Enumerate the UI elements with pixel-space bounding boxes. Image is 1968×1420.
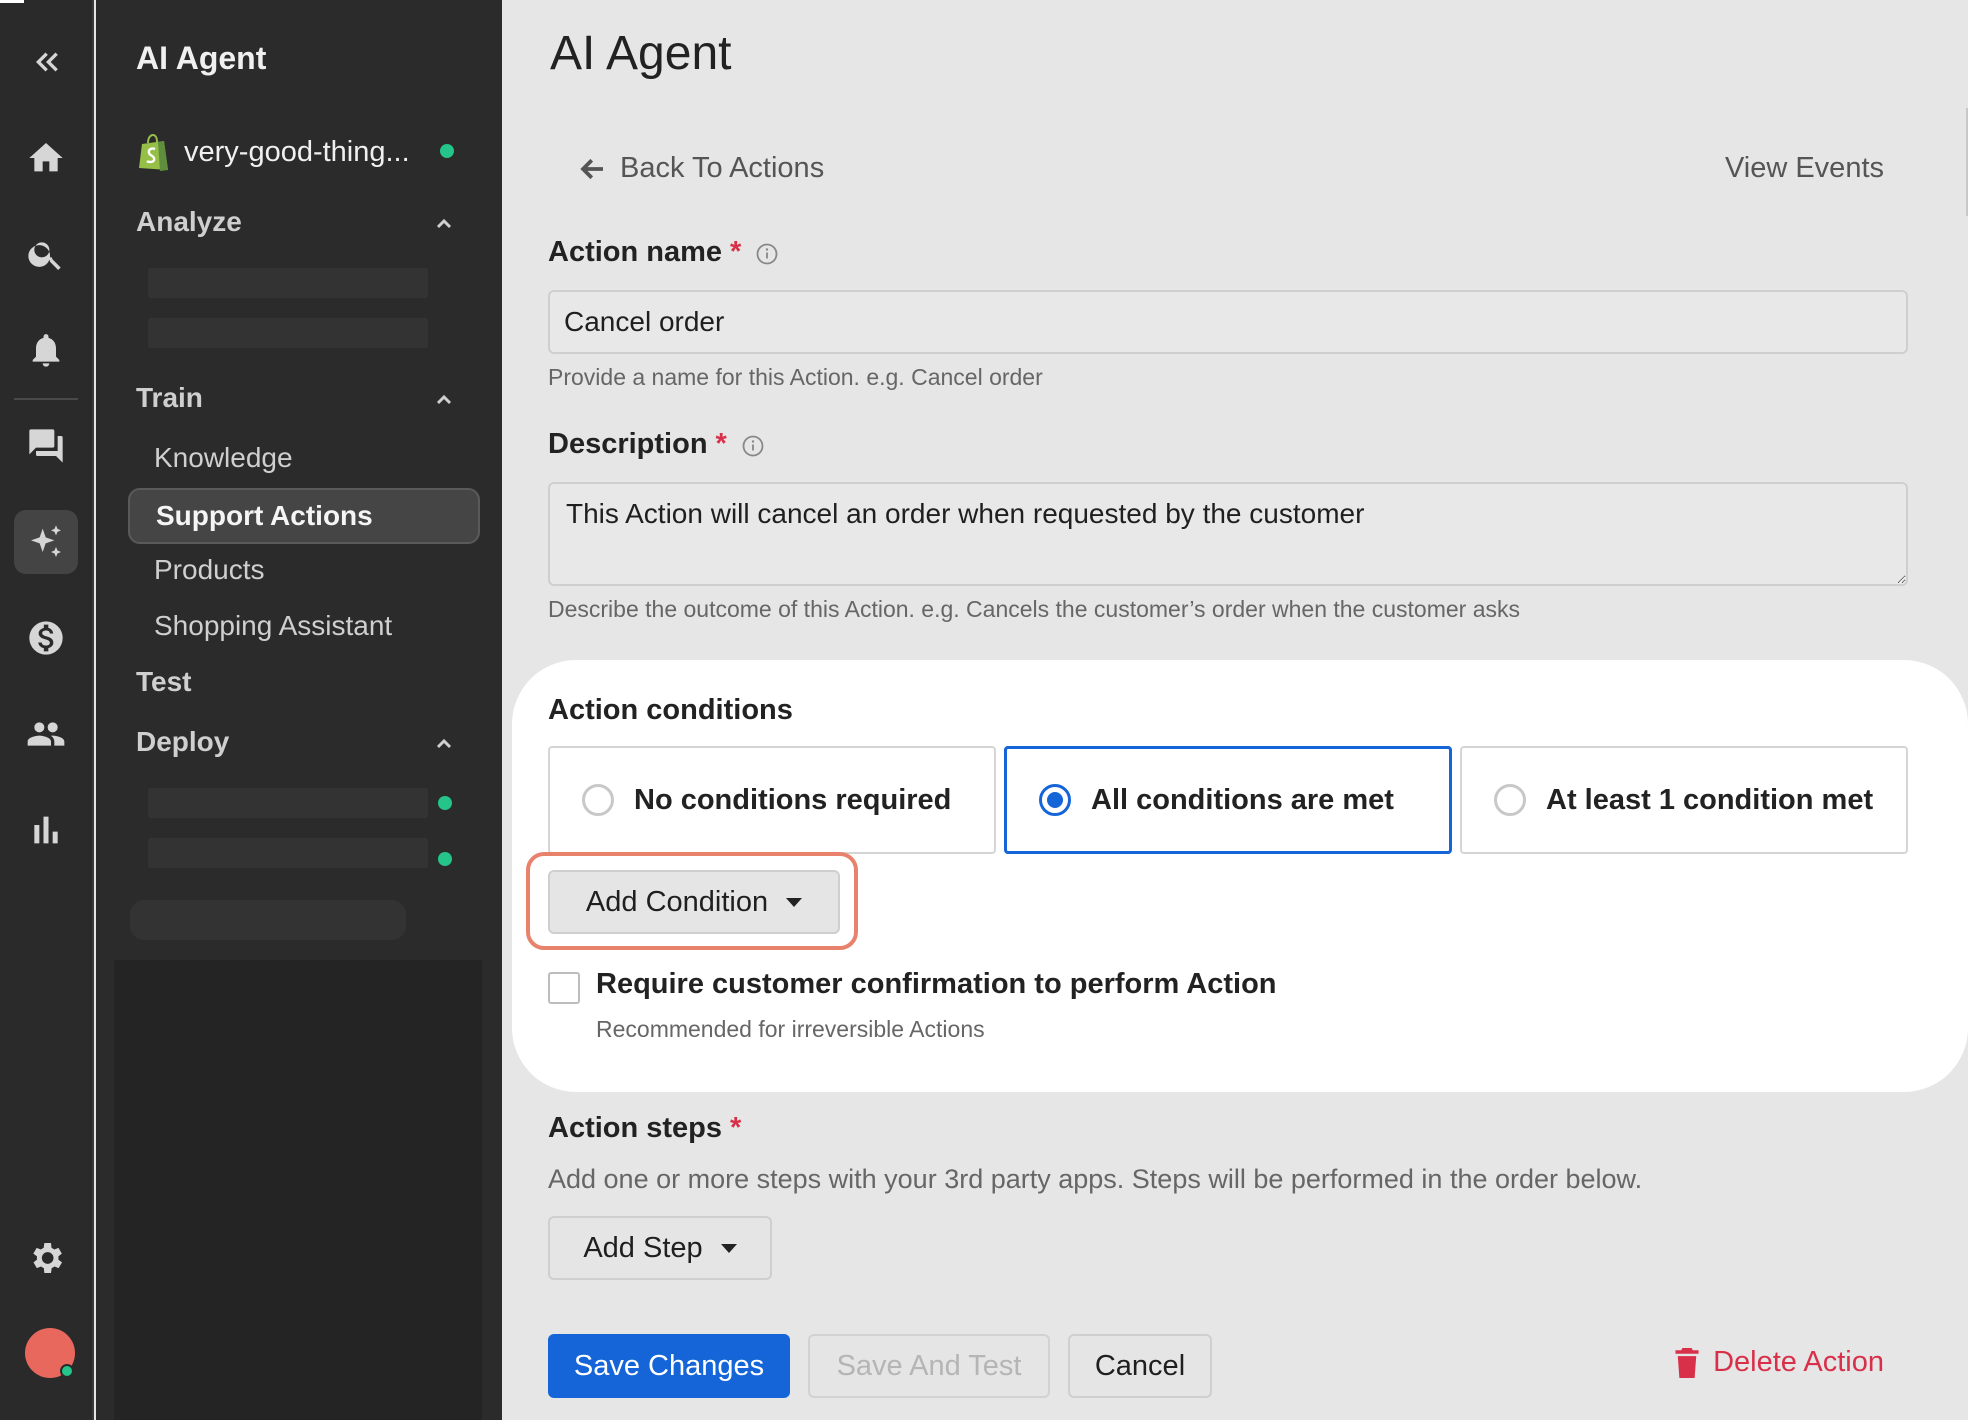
navigation-panel: AI Agent very-good-thing... Analyze Trai… <box>96 0 502 1420</box>
top-marker <box>0 0 24 3</box>
required-asterisk: * <box>730 236 742 268</box>
required-asterisk: * <box>730 1112 742 1144</box>
action-steps-hint: Add one or more steps with your 3rd part… <box>548 1164 1643 1194</box>
users-icon[interactable] <box>14 702 78 766</box>
nav-item-shopping-assistant[interactable]: Shopping Assistant <box>154 610 392 642</box>
action-name-input[interactable] <box>548 290 1908 354</box>
placeholder-bar <box>148 838 428 868</box>
option-label: No conditions required <box>634 783 952 816</box>
action-name-label-text: Action name <box>548 236 723 268</box>
cancel-button[interactable]: Cancel <box>1068 1334 1212 1398</box>
dollar-icon[interactable] <box>14 606 78 670</box>
action-steps-label: Action steps * <box>548 1112 741 1145</box>
icon-rail <box>0 0 94 1420</box>
main-content: AI Agent Back To Actions View Events Act… <box>502 0 1968 1420</box>
section-analyze[interactable]: Analyze <box>136 206 242 238</box>
add-step-button[interactable]: Add Step <box>548 1216 772 1280</box>
store-selector[interactable]: very-good-thing... <box>136 132 410 172</box>
required-asterisk: * <box>715 428 727 460</box>
chat-icon[interactable] <box>14 414 78 478</box>
bell-icon[interactable] <box>14 318 78 382</box>
home-icon[interactable] <box>14 126 78 190</box>
delete-label: Delete Action <box>1713 1346 1884 1378</box>
add-step-label: Add Step <box>583 1231 703 1264</box>
radio-button[interactable] <box>582 784 614 816</box>
save-and-test-button[interactable]: Save And Test <box>808 1334 1050 1398</box>
store-name: very-good-thing... <box>184 135 410 168</box>
action-name-label: Action name * <box>548 236 779 269</box>
section-deploy[interactable]: Deploy <box>136 726 229 758</box>
description-label: Description * <box>548 428 765 461</box>
action-conditions-label: Action conditions <box>548 694 793 726</box>
info-icon[interactable] <box>741 433 765 457</box>
arrow-left-icon <box>580 158 603 179</box>
trash-icon <box>1675 1347 1699 1378</box>
nav-item-knowledge[interactable]: Knowledge <box>154 442 293 474</box>
caret-down-icon <box>786 897 803 907</box>
option-no-conditions[interactable]: No conditions required <box>548 746 996 854</box>
placeholder-bar <box>148 788 428 818</box>
nav-lower-area <box>114 960 482 1420</box>
gear-icon[interactable] <box>14 1226 78 1290</box>
add-condition-label: Add Condition <box>585 885 769 918</box>
confirmation-hint: Recommended for irreversible Actions <box>596 1016 985 1042</box>
add-condition-button[interactable]: Add Condition <box>548 870 840 934</box>
option-all-conditions[interactable]: All conditions are met <box>1004 746 1452 854</box>
section-train[interactable]: Train <box>136 382 203 414</box>
confirmation-checkbox[interactable] <box>548 972 580 1004</box>
save-changes-button[interactable]: Save Changes <box>548 1334 790 1398</box>
back-label: Back To Actions <box>620 152 825 184</box>
section-test[interactable]: Test <box>136 666 192 698</box>
delete-action-button[interactable]: Delete Action <box>1675 1346 1884 1379</box>
online-status-dot <box>60 1364 74 1378</box>
view-events-link[interactable]: View Events <box>1725 152 1884 185</box>
chevron-up-icon[interactable] <box>434 214 454 234</box>
search-icon[interactable] <box>14 222 78 286</box>
shopify-bag-icon <box>139 133 168 171</box>
chevron-up-icon[interactable] <box>434 734 454 754</box>
description-label-text: Description <box>548 428 708 460</box>
description-hint: Describe the outcome of this Action. e.g… <box>548 596 1521 622</box>
chevron-up-icon[interactable] <box>434 390 454 410</box>
status-dot <box>438 852 452 866</box>
radio-button-selected[interactable] <box>1039 784 1071 816</box>
ai-agent-sparkles-icon[interactable] <box>14 510 78 574</box>
option-at-least-one[interactable]: At least 1 condition met <box>1460 746 1908 854</box>
option-label: At least 1 condition met <box>1546 783 1874 816</box>
radio-button[interactable] <box>1494 784 1526 816</box>
back-to-actions-link[interactable]: Back To Actions <box>578 152 824 185</box>
status-dot <box>438 796 452 810</box>
bar-chart-icon[interactable] <box>14 798 78 862</box>
nav-item-products[interactable]: Products <box>154 554 265 586</box>
store-status-dot <box>440 144 454 158</box>
caret-down-icon <box>720 1243 737 1253</box>
confirmation-label[interactable]: Require customer confirmation to perform… <box>596 968 1277 1001</box>
page-title: AI Agent <box>550 27 732 80</box>
placeholder-pill <box>130 900 406 940</box>
placeholder-bar <box>148 268 428 298</box>
info-icon[interactable] <box>755 241 779 265</box>
rail-divider <box>14 398 78 400</box>
action-steps-label-text: Action steps <box>548 1112 723 1144</box>
collapse-icon[interactable] <box>14 30 78 94</box>
option-label: All conditions are met <box>1091 783 1394 816</box>
placeholder-bar <box>148 318 428 348</box>
nav-title: AI Agent <box>136 40 267 76</box>
nav-item-support-actions[interactable]: Support Actions <box>128 488 480 544</box>
action-name-hint: Provide a name for this Action. e.g. Can… <box>548 364 1043 390</box>
description-textarea[interactable]: This Action will cancel an order when re… <box>548 482 1908 586</box>
